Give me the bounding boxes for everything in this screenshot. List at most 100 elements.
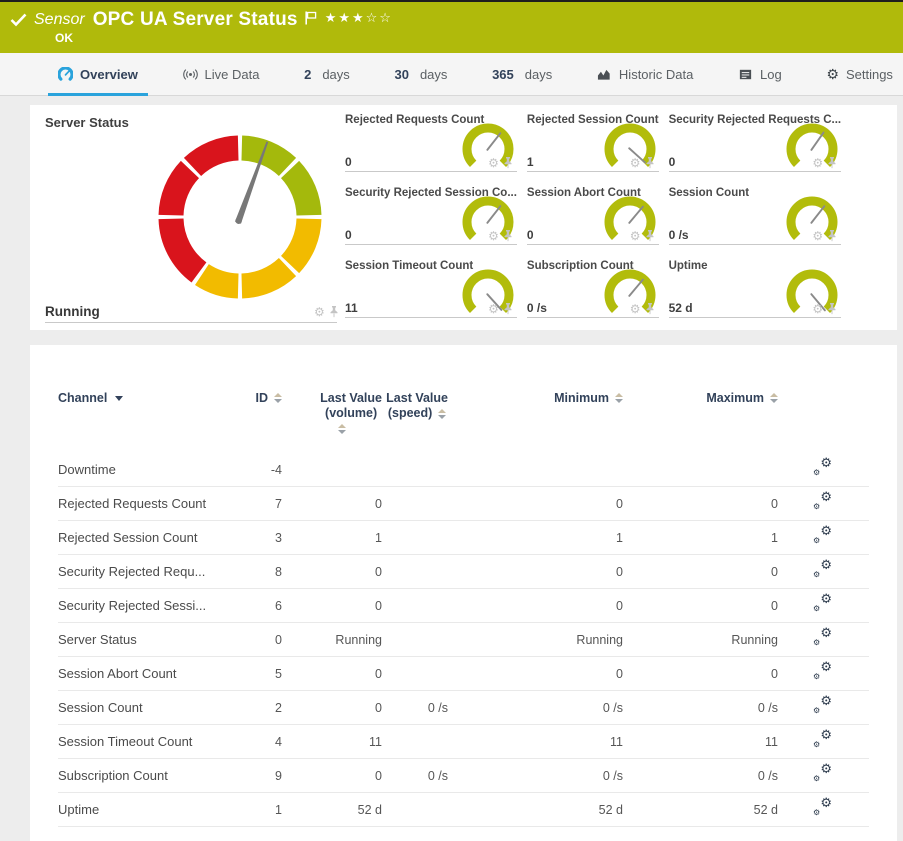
column-label: (speed): [388, 406, 432, 421]
priority-flag-icon[interactable]: [305, 11, 317, 25]
gear-icon[interactable]: ⚙: [812, 303, 823, 315]
tab-number: 2: [304, 67, 311, 82]
column-label: Last Value: [386, 391, 448, 406]
main-gauge-title: Server Status: [45, 115, 129, 130]
tab-number: 30: [394, 67, 408, 82]
channel-id: 0: [275, 633, 282, 647]
minimum-value: 0: [616, 667, 623, 681]
channel-settings-icon[interactable]: ⚙⚙: [812, 663, 832, 681]
gauge-actions[interactable]: ⚙: [812, 230, 837, 242]
channel-id: 2: [275, 701, 282, 715]
gear-icon[interactable]: ⚙: [488, 230, 499, 242]
pin-icon[interactable]: [645, 230, 655, 242]
maximum-value: 0 /s: [758, 769, 778, 783]
table-row: Security Rejected Requ... 8 0 0 0 ⚙⚙: [58, 555, 869, 589]
pin-icon[interactable]: [645, 157, 655, 169]
channel-name: Session Count: [58, 700, 238, 715]
pin-icon[interactable]: [827, 303, 837, 315]
tab-label: days: [322, 67, 349, 82]
sort-icon: [338, 424, 346, 434]
tab-log[interactable]: Log: [728, 53, 792, 95]
live-signal-icon: [183, 67, 198, 82]
pin-icon[interactable]: [827, 157, 837, 169]
channel-id: 8: [275, 565, 282, 579]
pin-icon[interactable]: [503, 157, 513, 169]
gear-icon[interactable]: ⚙: [630, 157, 641, 169]
channel-settings-icon[interactable]: ⚙⚙: [812, 731, 832, 749]
tab-30-days[interactable]: 30 days: [384, 53, 457, 95]
minimum-value: 52 d: [599, 803, 623, 817]
maximum-value: 52 d: [754, 803, 778, 817]
sort-icon: [770, 393, 778, 403]
column-header-last-value-speed[interactable]: Last Value (speed): [386, 391, 448, 421]
gauge-actions[interactable]: ⚙: [630, 157, 655, 169]
tab-2-days[interactable]: 2 days: [294, 53, 360, 95]
pin-icon[interactable]: [503, 303, 513, 315]
channel-name: Uptime: [58, 802, 238, 817]
table-row: Rejected Session Count 3 1 1 1 ⚙⚙: [58, 521, 869, 555]
channel-id: -4: [271, 463, 282, 477]
gear-icon[interactable]: ⚙: [488, 157, 499, 169]
channel-settings-icon[interactable]: ⚙⚙: [812, 799, 832, 817]
channel-name: Security Rejected Requ...: [58, 564, 238, 579]
tab-365-days[interactable]: 365 days: [482, 53, 562, 95]
gauge-actions[interactable]: ⚙: [488, 230, 513, 242]
channel-settings-icon[interactable]: ⚙⚙: [812, 697, 832, 715]
mini-gauge-cell: Uptime 52 d ⚙: [669, 260, 842, 318]
channel-settings-icon[interactable]: ⚙⚙: [812, 459, 832, 477]
gauge-actions[interactable]: ⚙: [488, 303, 513, 315]
gear-icon[interactable]: ⚙: [630, 230, 641, 242]
channel-settings-icon[interactable]: ⚙⚙: [812, 595, 832, 613]
gauge-actions[interactable]: ⚙: [812, 157, 837, 169]
gear-icon[interactable]: ⚙: [812, 157, 823, 169]
gear-icon[interactable]: ⚙: [630, 303, 641, 315]
channel-settings-icon[interactable]: ⚙⚙: [812, 561, 832, 579]
gauges-panel: Server Status Running ⚙ Rejected Request…: [30, 105, 897, 330]
channel-name: Rejected Requests Count: [58, 496, 238, 511]
channel-settings-icon[interactable]: ⚙⚙: [812, 527, 832, 545]
gauge-value: 11: [345, 301, 358, 315]
gear-icon: ⚙: [826, 67, 839, 81]
pin-icon[interactable]: [329, 306, 339, 318]
column-header-id[interactable]: ID: [256, 391, 283, 405]
column-label: Channel: [58, 391, 107, 405]
priority-stars[interactable]: ★★★☆☆: [325, 10, 393, 26]
channel-name: Session Timeout Count: [58, 734, 238, 749]
gauge-actions[interactable]: ⚙: [488, 157, 513, 169]
column-header-channel[interactable]: Channel: [58, 391, 238, 405]
gauge-actions[interactable]: ⚙: [630, 303, 655, 315]
gauge-value: 0: [527, 228, 534, 242]
channel-id: 7: [275, 497, 282, 511]
table-row: Session Count 2 0 0 /s 0 /s 0 /s ⚙⚙: [58, 691, 869, 725]
pin-icon[interactable]: [645, 303, 655, 315]
minimum-value: 11: [610, 735, 623, 749]
gear-icon[interactable]: ⚙: [314, 306, 325, 318]
column-label: ID: [256, 391, 269, 405]
tab-settings[interactable]: ⚙ Settings: [816, 53, 903, 95]
column-header-last-value-volume[interactable]: Last Value (volume): [320, 391, 382, 434]
gear-icon[interactable]: ⚙: [488, 303, 499, 315]
gear-icon[interactable]: ⚙: [812, 230, 823, 242]
tab-overview[interactable]: Overview: [48, 53, 148, 95]
column-header-minimum[interactable]: Minimum: [554, 391, 623, 405]
mini-gauge-cell: Rejected Requests Count 0 ⚙: [345, 114, 517, 172]
tab-label: Settings: [846, 67, 893, 82]
pin-icon[interactable]: [503, 230, 513, 242]
channel-name: Downtime: [58, 462, 238, 477]
gauge-actions[interactable]: ⚙: [314, 306, 339, 318]
pin-icon[interactable]: [827, 230, 837, 242]
tab-live-data[interactable]: Live Data: [173, 53, 270, 95]
tab-label: Historic Data: [619, 67, 693, 82]
sensor-header: Sensor OPC UA Server Status ★★★☆☆ OK: [0, 2, 903, 53]
tab-historic-data[interactable]: Historic Data: [587, 53, 703, 95]
last-value-volume: 0: [375, 701, 382, 715]
channel-settings-icon[interactable]: ⚙⚙: [812, 493, 832, 511]
gauge-actions[interactable]: ⚙: [630, 230, 655, 242]
minimum-value: 0: [616, 497, 623, 511]
gauge-actions[interactable]: ⚙: [812, 303, 837, 315]
column-label: Maximum: [706, 391, 764, 405]
mini-gauge-cell: Session Abort Count 0 ⚙: [527, 187, 659, 245]
channel-settings-icon[interactable]: ⚙⚙: [812, 765, 832, 783]
channel-settings-icon[interactable]: ⚙⚙: [812, 629, 832, 647]
column-header-maximum[interactable]: Maximum: [706, 391, 778, 405]
